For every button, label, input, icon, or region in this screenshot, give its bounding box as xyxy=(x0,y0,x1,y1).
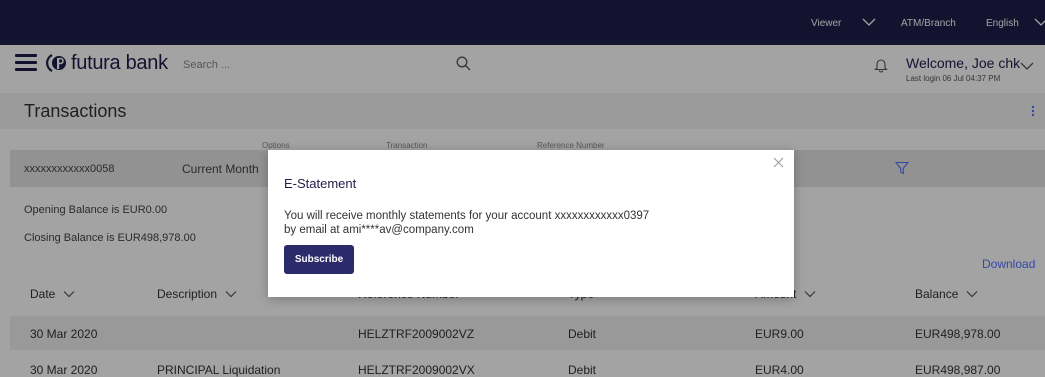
modal-email: by email at ami****av@company.com xyxy=(284,224,474,236)
close-icon[interactable] xyxy=(773,157,784,168)
modal-message: You will receive monthly statements for … xyxy=(284,210,650,222)
modal-title: E-Statement xyxy=(284,176,357,191)
subscribe-button[interactable]: Subscribe xyxy=(284,245,354,274)
e-statement-modal: E-Statement You will receive monthly sta… xyxy=(268,150,794,297)
